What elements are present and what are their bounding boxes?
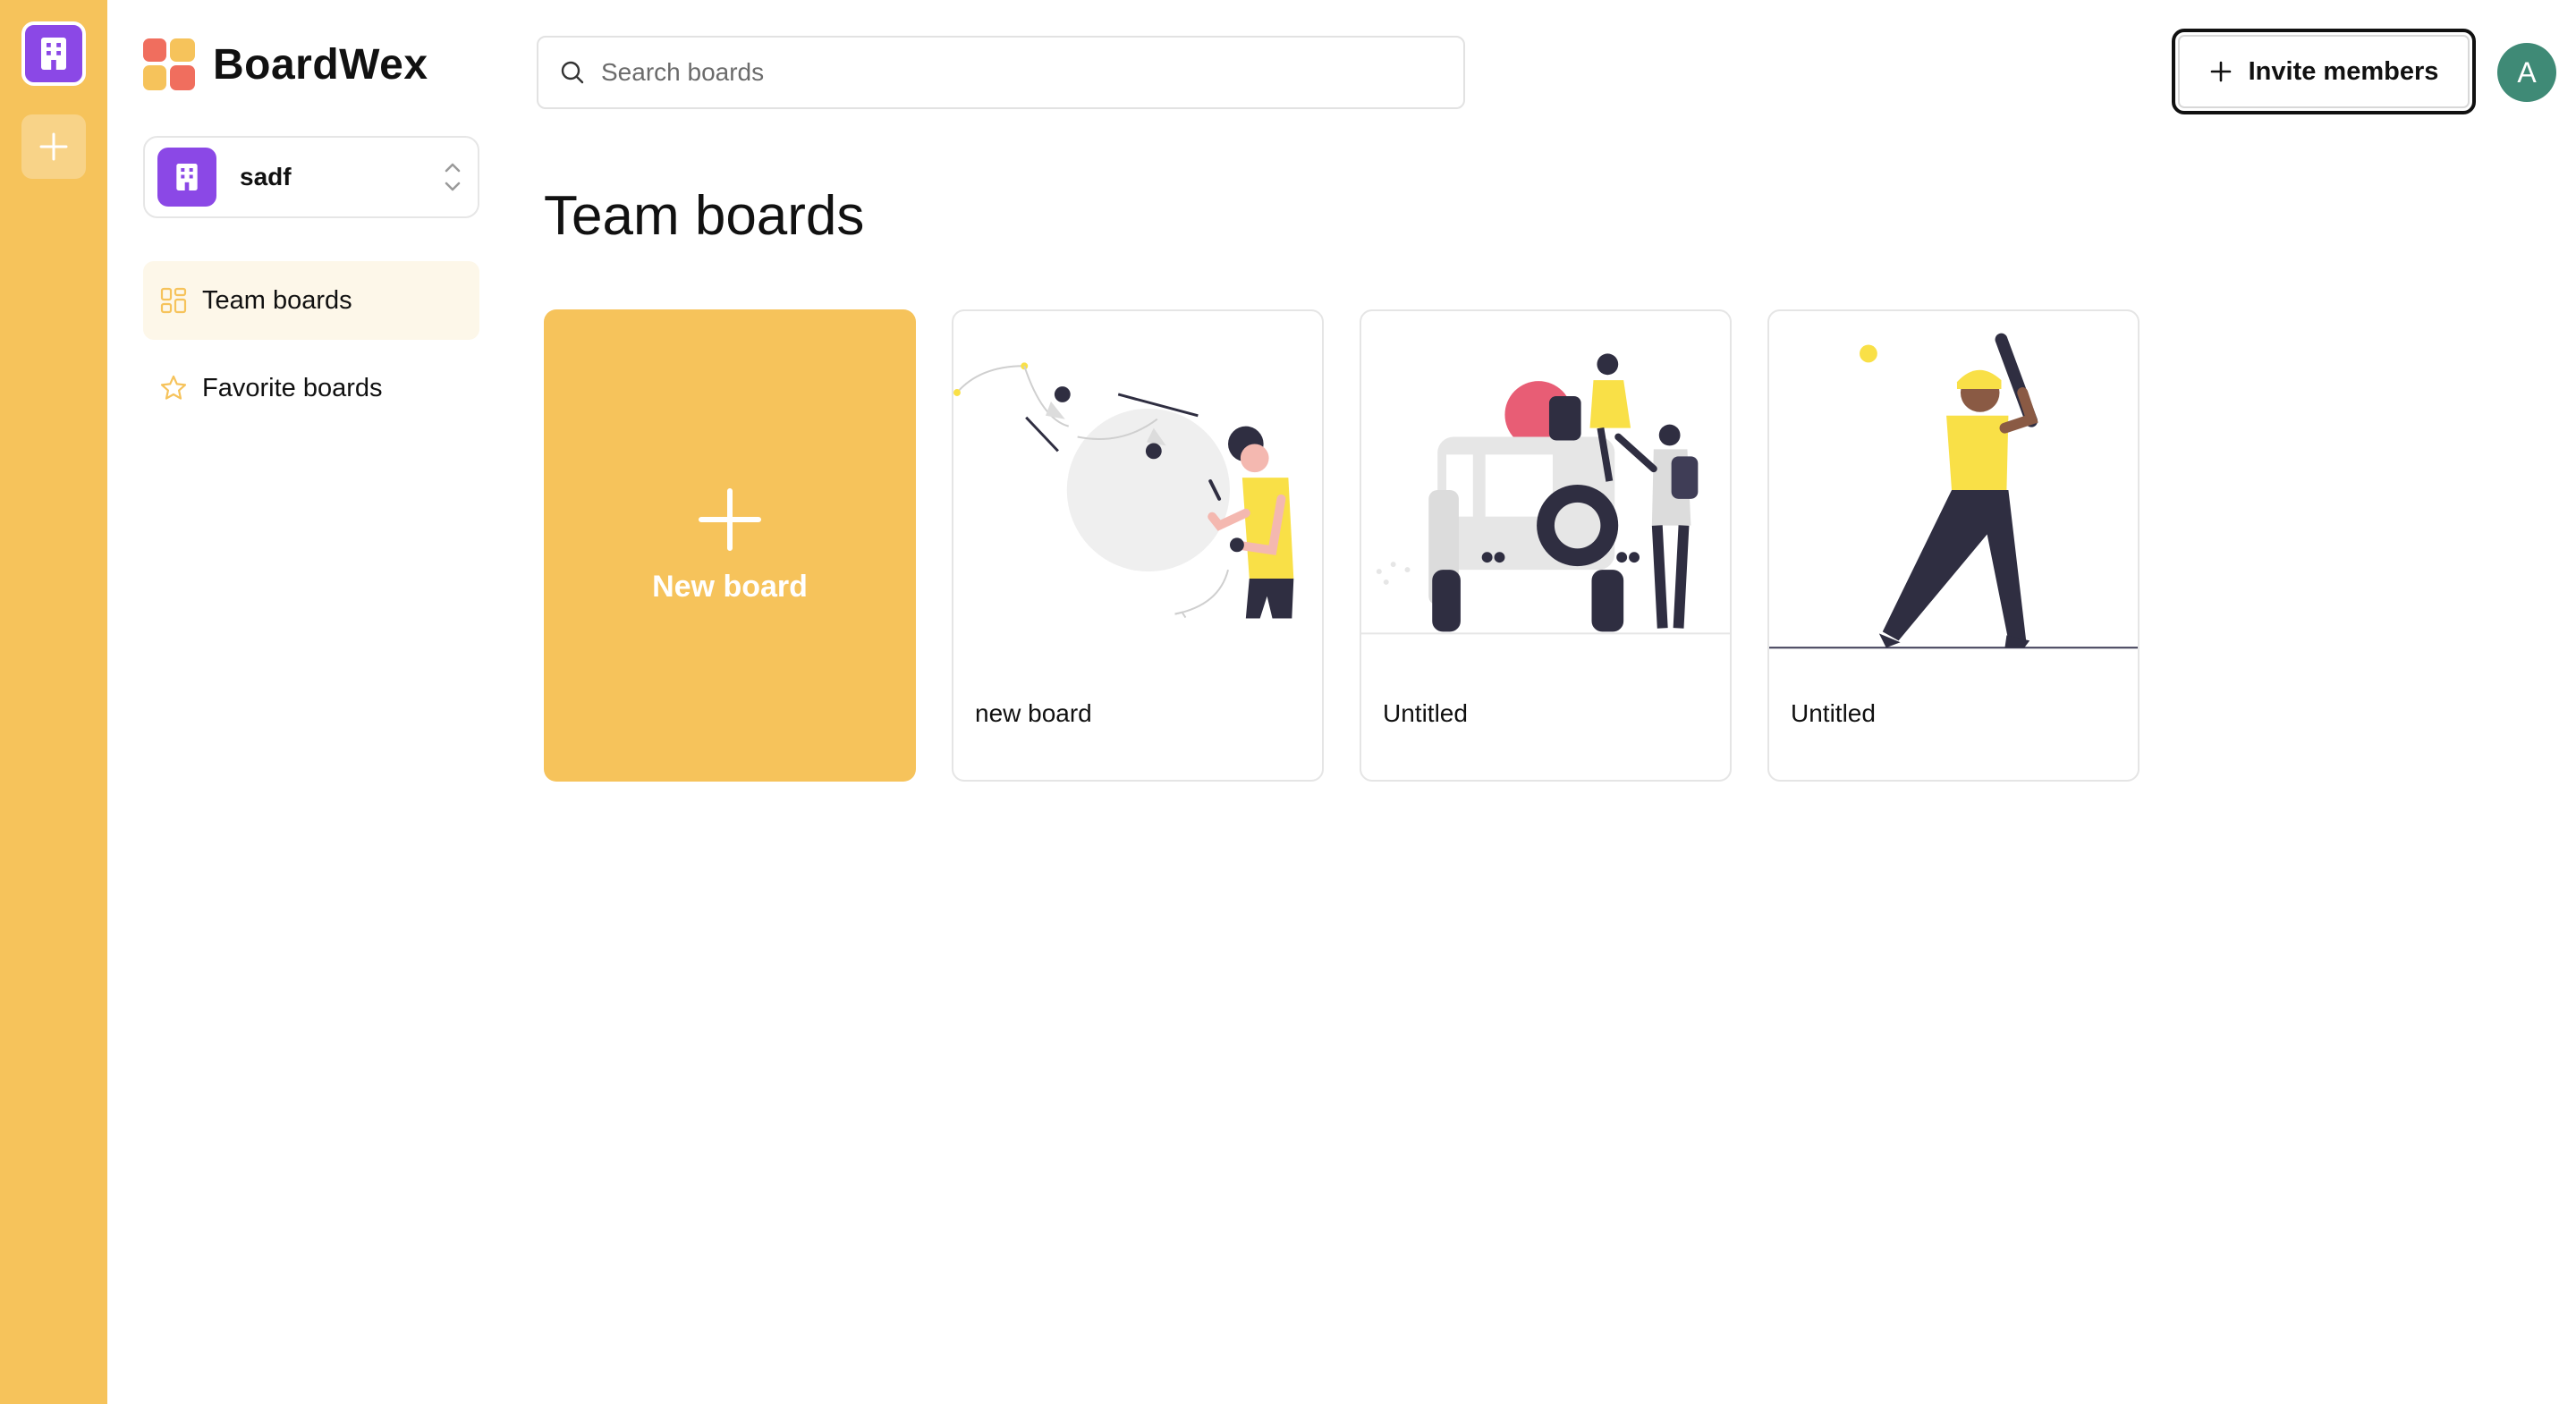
board-card[interactable]: Untitled (1360, 309, 1732, 782)
user-avatar[interactable]: A (2497, 43, 2556, 102)
chevron-up-down-icon (440, 159, 465, 195)
create-organization-button[interactable] (21, 114, 86, 179)
page-title: Team boards (544, 185, 865, 247)
new-board-button[interactable]: New board (544, 309, 916, 782)
org-rail (0, 0, 107, 1404)
app-logo[interactable]: BoardWex (143, 38, 428, 91)
board-card[interactable]: Untitled (1767, 309, 2140, 782)
board-title: Untitled (1383, 699, 1468, 727)
baseball-batter-illustration (1769, 333, 2138, 649)
woman-with-balloon-illustration (953, 362, 1294, 619)
board-title: Untitled (1791, 699, 1876, 727)
invite-members-label: Invite members (2248, 56, 2439, 86)
sidebar-item-favorite-boards[interactable]: Favorite boards (143, 349, 479, 427)
org-name: sadf (240, 163, 292, 190)
star-icon (159, 374, 188, 402)
organization-switcher[interactable]: sadf (143, 136, 479, 218)
board-title: new board (975, 699, 1092, 727)
org-avatar (157, 148, 216, 207)
building-icon (176, 164, 198, 190)
building-icon (41, 38, 66, 70)
search-icon (561, 61, 584, 84)
search-bar[interactable] (537, 36, 1465, 109)
dashboard-icon (159, 286, 188, 315)
sidebar-item-team-boards[interactable]: Team boards (143, 261, 479, 340)
search-input[interactable] (601, 58, 1406, 87)
new-board-label: New board (652, 569, 808, 604)
sidebar-item-label: Favorite boards (202, 373, 383, 402)
jeep-travelers-illustration (1361, 353, 1730, 635)
sidebar-item-label: Team boards (202, 285, 352, 315)
logo-icon (143, 38, 195, 90)
invite-members-button[interactable]: Invite members (2172, 29, 2476, 114)
org-switch-button[interactable] (21, 21, 86, 86)
plus-icon (2210, 61, 2231, 82)
plus-icon (699, 487, 761, 551)
board-card[interactable]: new board (952, 309, 1324, 782)
logo-text: BoardWex (213, 40, 428, 89)
plus-icon (39, 132, 68, 161)
